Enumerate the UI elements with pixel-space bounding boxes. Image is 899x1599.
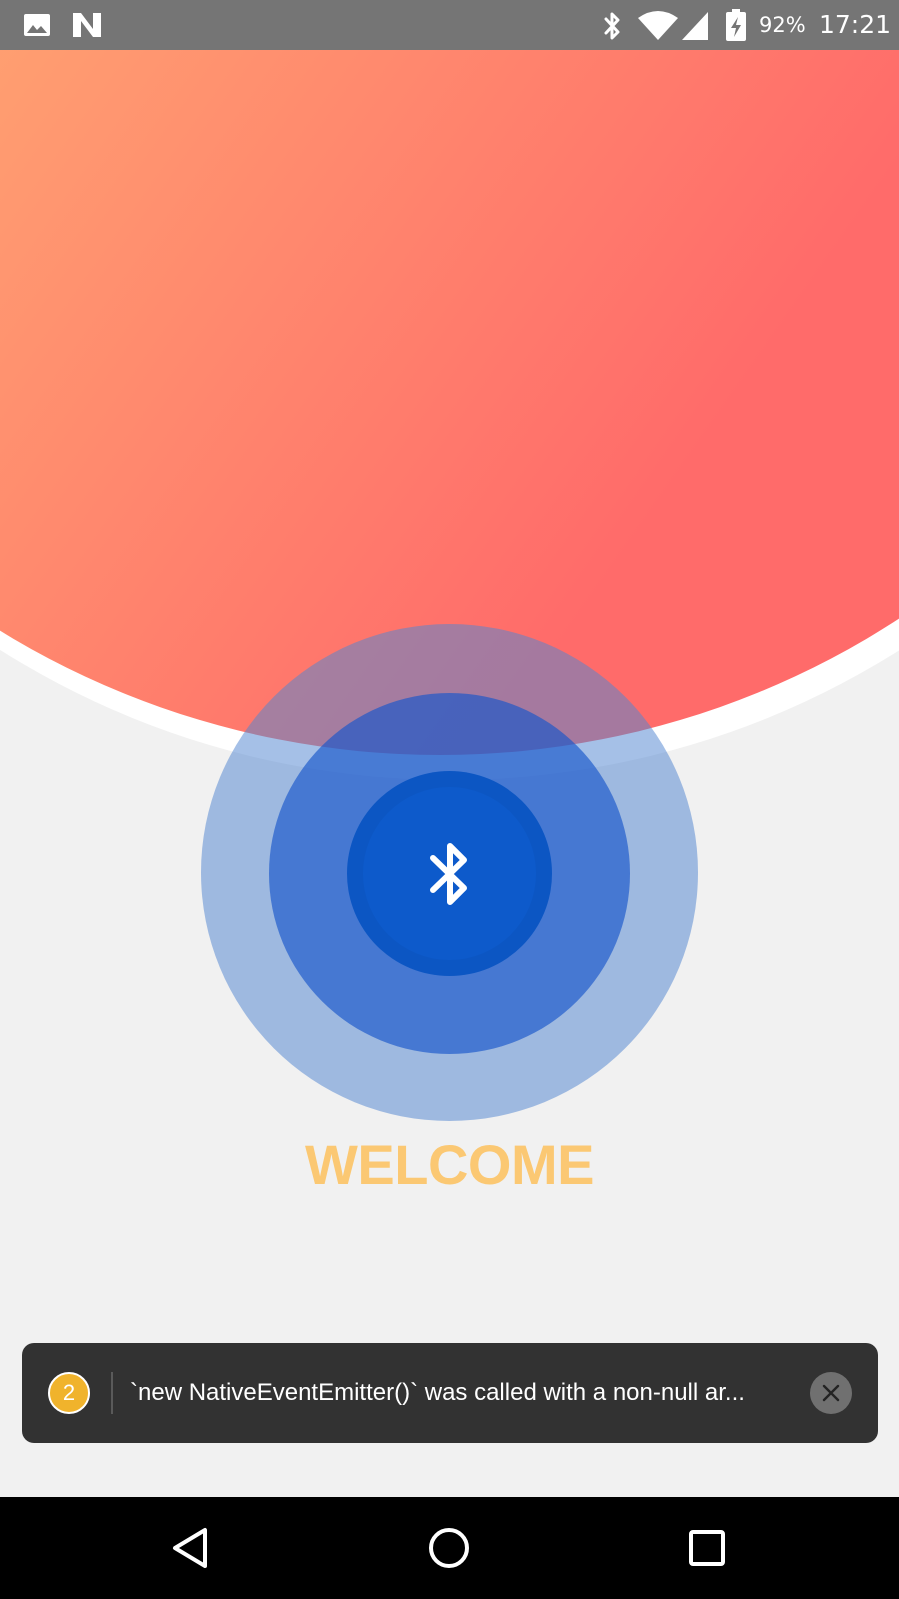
toast-dismiss-button[interactable] — [810, 1372, 852, 1414]
home-button[interactable] — [426, 1525, 472, 1571]
bluetooth-scan-button[interactable] — [347, 771, 552, 976]
n-logo-icon — [73, 13, 101, 37]
clock-time: 17:21 — [819, 10, 892, 39]
welcome-heading: WELCOME — [305, 1133, 594, 1196]
toast-message: `new NativeEventEmitter()` was called wi… — [130, 1379, 745, 1406]
battery-percent: 92% — [759, 13, 806, 37]
bluetooth-icon — [429, 842, 467, 905]
home-icon — [429, 1528, 469, 1568]
recents-icon — [689, 1530, 725, 1566]
close-icon — [822, 1384, 840, 1402]
battery-charging-icon — [726, 9, 746, 41]
image-icon — [24, 14, 50, 36]
status-bar: 92% 17:21 — [0, 0, 899, 50]
wifi-icon — [638, 11, 678, 40]
navigation-bar — [0, 1497, 899, 1599]
recents-button[interactable] — [684, 1525, 730, 1571]
back-button[interactable] — [169, 1525, 215, 1571]
cell-signal-icon — [682, 12, 708, 40]
warning-toast[interactable]: 2 `new NativeEventEmitter()` was called … — [22, 1343, 878, 1443]
bluetooth-icon — [604, 12, 620, 40]
warning-count-badge: 2 — [48, 1372, 90, 1414]
back-icon — [173, 1528, 207, 1568]
toast-divider — [111, 1372, 113, 1414]
